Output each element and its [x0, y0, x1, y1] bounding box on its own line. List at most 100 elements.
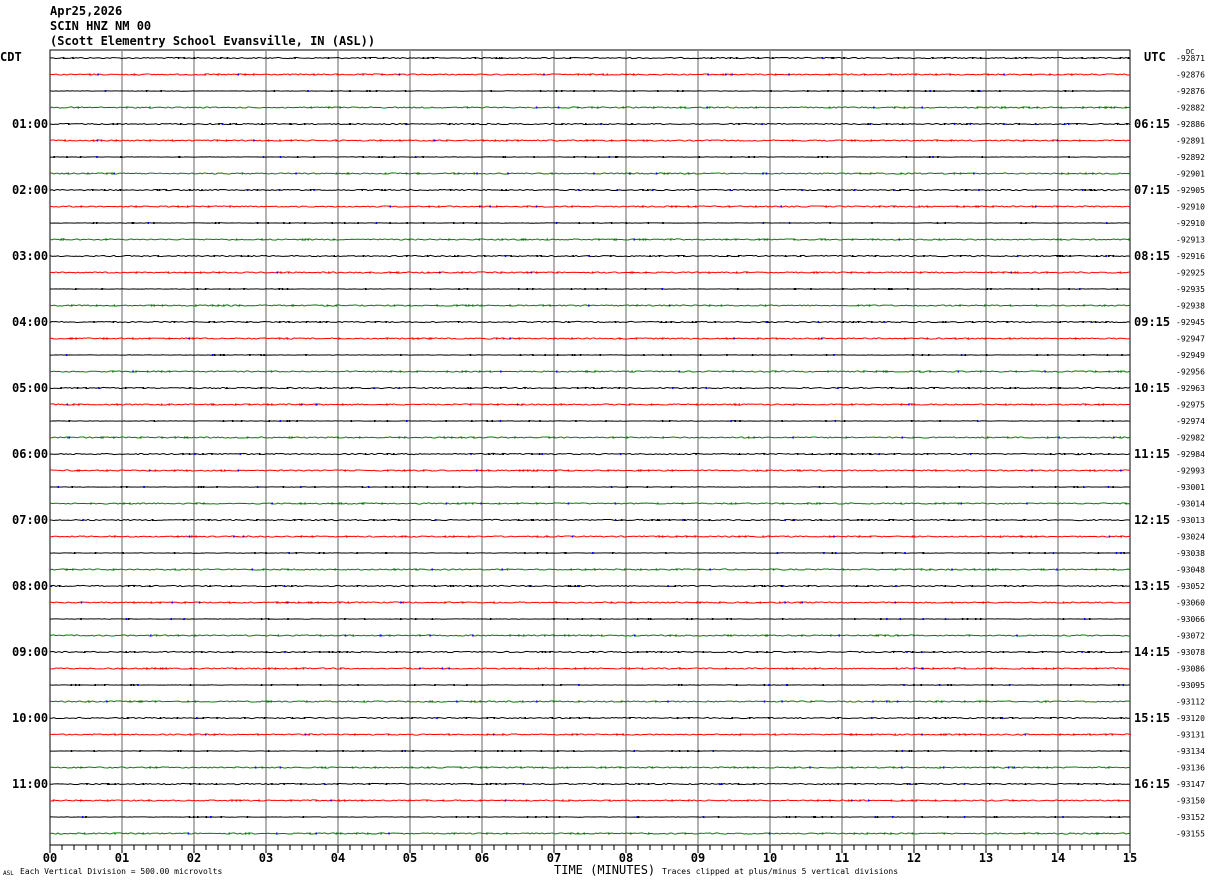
trace-spike	[101, 288, 103, 290]
trace-spike	[105, 238, 107, 241]
trace-spike	[1026, 502, 1028, 505]
trace-spike	[500, 370, 502, 373]
trace-spike	[933, 651, 935, 653]
trace-spike	[133, 651, 136, 653]
trace-spike	[469, 387, 472, 389]
trace-spike	[596, 288, 599, 290]
trace-spike	[407, 486, 410, 488]
trace-spike	[240, 255, 243, 257]
trace-spike	[214, 222, 217, 224]
trace-spike	[757, 57, 760, 59]
trace-spike	[369, 90, 371, 92]
trace-spike	[851, 139, 853, 142]
trace-spike	[539, 420, 541, 422]
trace-spike	[82, 519, 84, 521]
trace-spike	[268, 420, 271, 422]
trace-spike	[560, 684, 562, 686]
trace-spike	[681, 502, 684, 505]
trace-spike	[596, 106, 599, 109]
trace-spike	[286, 288, 289, 290]
trace-spike	[502, 733, 504, 736]
trace-spike	[822, 486, 825, 488]
trace-spike	[871, 222, 873, 224]
trace-spike	[279, 156, 282, 158]
trace-spike	[578, 684, 580, 686]
trace-spike	[1060, 172, 1063, 175]
trace-line	[49, 799, 1131, 802]
trace-spike	[556, 354, 559, 356]
trace-spike	[231, 420, 234, 422]
trace-spike	[480, 205, 483, 208]
trace-spike	[900, 172, 902, 175]
cdt-hour-label: 05:00	[12, 381, 48, 395]
trace-spike	[1023, 832, 1026, 835]
trace-spike	[758, 238, 760, 241]
trace-spike	[519, 354, 522, 356]
trace-spike	[709, 568, 711, 571]
trace-spike	[413, 684, 416, 686]
dc-offset-label: -92876	[1176, 87, 1205, 96]
trace-spike	[1121, 354, 1123, 356]
trace-spike	[458, 486, 461, 488]
trace-spike	[216, 486, 218, 488]
trace-spike	[142, 783, 145, 785]
trace-spike	[1095, 783, 1098, 785]
trace-spike	[597, 156, 600, 158]
trace-spike	[350, 420, 353, 422]
trace-spike	[714, 321, 716, 323]
trace-spike	[1018, 123, 1020, 125]
trace-spike	[66, 568, 68, 571]
trace-spike	[1089, 469, 1091, 472]
dc-offset-label: -92905	[1176, 186, 1205, 195]
trace-spike	[462, 222, 465, 224]
trace-spike	[909, 783, 911, 785]
trace-spike	[1112, 486, 1114, 488]
trace-spike	[406, 255, 408, 257]
trace-spike	[1092, 172, 1094, 175]
trace-spike	[727, 634, 729, 637]
trace-spike	[297, 601, 300, 604]
trace-spike	[231, 799, 233, 802]
trace-spike	[869, 172, 872, 175]
trace-line	[49, 271, 1131, 274]
trace-spike	[205, 816, 208, 818]
utc-hour-label: 12:15	[1134, 513, 1170, 527]
trace-spike	[991, 684, 994, 686]
trace-spike	[438, 271, 441, 274]
trace-spike	[953, 667, 956, 670]
trace-line	[49, 568, 1131, 571]
trace-spike	[452, 585, 454, 587]
trace-spike	[126, 486, 128, 488]
trace-spike	[957, 502, 960, 505]
trace-line	[49, 106, 1131, 109]
trace-spike	[278, 189, 281, 191]
trace-spike	[661, 337, 664, 340]
trace-spike	[306, 700, 308, 703]
trace-spike	[78, 469, 80, 472]
trace-spike	[661, 288, 664, 290]
trace-spike	[1007, 436, 1009, 439]
trace-spike	[608, 156, 611, 158]
trace-spike	[473, 700, 476, 703]
trace-spike	[959, 255, 962, 257]
trace-spike	[1090, 321, 1093, 323]
trace-spike	[736, 57, 738, 59]
trace-spike	[113, 304, 116, 307]
trace-spike	[171, 139, 174, 142]
trace-spike	[363, 700, 365, 703]
trace-spike	[1089, 189, 1092, 191]
trace-spike	[901, 123, 904, 125]
cdt-hour-label: 06:00	[12, 447, 48, 461]
trace-spike	[427, 766, 430, 769]
trace-spike	[291, 304, 293, 307]
trace-spike	[346, 651, 348, 653]
trace-spike	[120, 156, 122, 158]
trace-spike	[682, 519, 684, 521]
trace-spike	[486, 420, 488, 422]
trace-spike	[899, 618, 902, 620]
trace-spike	[551, 717, 554, 719]
trace-spike	[448, 123, 451, 125]
trace-spike	[619, 766, 622, 769]
trace-spike	[799, 255, 802, 257]
trace-line	[49, 700, 1131, 703]
